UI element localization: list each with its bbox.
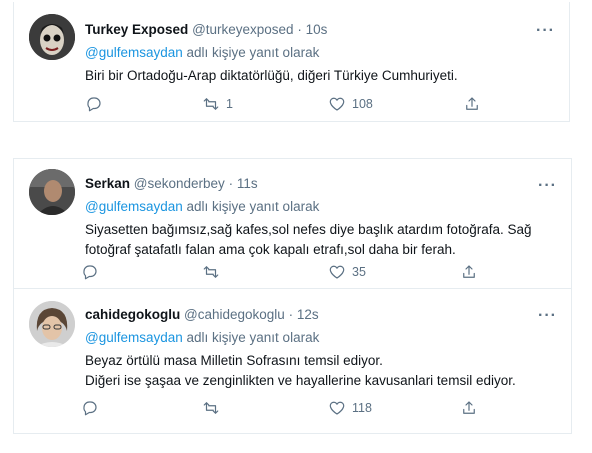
author-handle[interactable]: @turkeyexposed: [192, 22, 294, 37]
mention-link[interactable]: @gulfemsaydan: [85, 199, 183, 214]
avatar[interactable]: [29, 169, 75, 215]
like-button[interactable]: 108: [328, 95, 373, 113]
tweet-header: Serkan @sekonderbey · 11s: [85, 176, 561, 194]
more-icon[interactable]: ···: [538, 178, 557, 194]
reply-suffix: adlı kişiye yanıt olarak: [182, 199, 320, 214]
reply-button[interactable]: [81, 263, 99, 281]
avatar[interactable]: [29, 301, 75, 347]
mention-link[interactable]: @gulfemsaydan: [85, 330, 183, 345]
share-icon: [466, 97, 478, 110]
author-handle[interactable]: @cahidegokoglu: [184, 307, 285, 322]
reply-icon: [83, 265, 97, 280]
reply-button[interactable]: [81, 399, 99, 417]
retweet-count: 1: [226, 97, 233, 111]
tweet-text-line: Biri bir Ortadoğu-Arap diktatörlüğü, diğ…: [85, 68, 458, 83]
author-name[interactable]: cahidegokoglu: [85, 307, 180, 322]
tweet-text: Biri bir Ortadoğu-Arap diktatörlüğü, diğ…: [85, 66, 559, 86]
retweet-icon: [203, 266, 219, 278]
timestamp[interactable]: · 12s: [289, 307, 319, 322]
tweet-actions: 1 108: [85, 95, 485, 115]
reply-context: @gulfemsaydan adlı kişiye yanıt olarak: [85, 330, 561, 348]
tweet-text-line: Diğeri ise şaşaa ve zenginlikten ve haya…: [85, 373, 516, 388]
like-button[interactable]: 118: [328, 399, 372, 417]
share-icon: [463, 401, 475, 414]
mention-link[interactable]: @gulfemsaydan: [85, 45, 183, 60]
share-button[interactable]: [460, 263, 478, 281]
reply-button[interactable]: [85, 95, 103, 113]
heart-icon: [329, 97, 345, 111]
heart-icon: [329, 265, 345, 279]
tweet-text-line: fotoğraf şatafatlı falan ama çok kapalı …: [85, 242, 456, 257]
author-handle[interactable]: @sekonderbey: [134, 176, 225, 191]
like-count: 118: [352, 401, 372, 415]
reply-icon: [83, 401, 97, 416]
timestamp[interactable]: · 10s: [297, 22, 327, 37]
more-icon[interactable]: ···: [536, 23, 555, 39]
reply-suffix: adlı kişiye yanıt olarak: [182, 45, 320, 60]
retweet-button[interactable]: [202, 263, 226, 281]
avatar[interactable]: [29, 14, 75, 60]
tweet-text: Beyaz örtülü masa Milletin Sofrasını tem…: [85, 351, 561, 391]
share-button[interactable]: [460, 399, 478, 417]
share-button[interactable]: [463, 95, 481, 113]
like-count: 35: [352, 265, 366, 279]
tweet-text-line: Siyasetten bağımsız,sağ kafes,sol nefes …: [85, 222, 532, 237]
retweet-icon: [203, 402, 219, 414]
tweet-actions: 118: [83, 399, 485, 419]
tweet-text: Siyasetten bağımsız,sağ kafes,sol nefes …: [85, 220, 561, 260]
tweet-actions: 35: [83, 263, 485, 283]
reply-context: @gulfemsaydan adlı kişiye yanıt olarak: [85, 45, 559, 63]
author-name[interactable]: Turkey Exposed: [85, 22, 188, 37]
author-name[interactable]: Serkan: [85, 176, 130, 191]
share-icon: [463, 265, 475, 278]
like-button[interactable]: 35: [328, 263, 366, 281]
like-count: 108: [352, 97, 373, 111]
tweet-card[interactable]: Turkey Exposed @turkeyexposed · 10s @gul…: [13, 2, 570, 122]
timestamp[interactable]: · 11s: [229, 176, 258, 191]
retweet-button[interactable]: 1: [202, 95, 233, 113]
reply-context: @gulfemsaydan adlı kişiye yanıt olarak: [85, 199, 561, 217]
reply-suffix: adlı kişiye yanıt olarak: [182, 330, 320, 345]
tweet-card[interactable]: Serkan @sekonderbey · 11s @gulfemsaydan …: [13, 158, 572, 289]
retweet-button[interactable]: [202, 399, 226, 417]
heart-icon: [329, 401, 345, 415]
tweet-card[interactable]: cahidegokoglu @cahidegokoglu · 12s @gulf…: [13, 289, 572, 434]
more-icon[interactable]: ···: [538, 308, 557, 324]
reply-icon: [87, 97, 101, 112]
divider: [13, 433, 572, 434]
tweet-header: cahidegokoglu @cahidegokoglu · 12s: [85, 307, 561, 325]
tweet-text-line: Beyaz örtülü masa Milletin Sofrasını tem…: [85, 353, 383, 368]
tweet-header: Turkey Exposed @turkeyexposed · 10s: [85, 22, 559, 40]
retweet-icon: [203, 98, 219, 110]
